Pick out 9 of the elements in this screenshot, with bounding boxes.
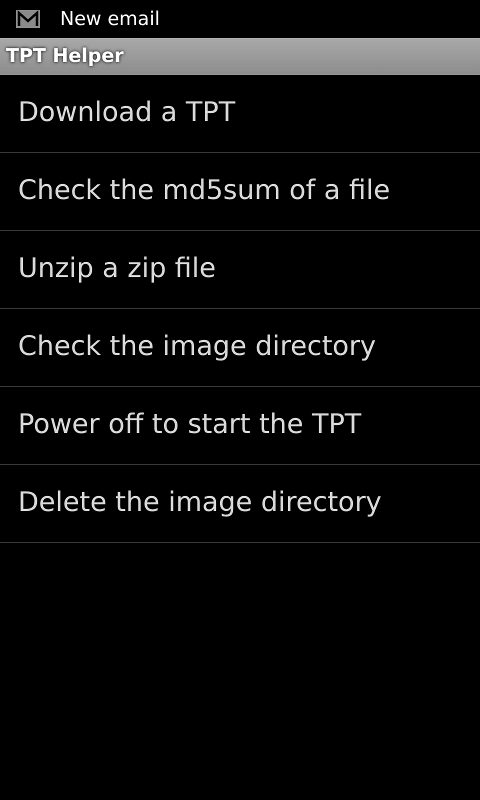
menu-item[interactable]: Download a TPT	[18, 93, 236, 134]
app-title: TPT Helper	[6, 44, 124, 70]
menu-item[interactable]: Power off to start the TPT	[18, 405, 362, 446]
menu-item[interactable]: Check the md5sum of a file	[18, 171, 390, 212]
mail-icon	[16, 10, 40, 28]
menu-item[interactable]: Unzip a zip file	[18, 249, 216, 290]
menu-item[interactable]: Check the image directory	[18, 327, 376, 368]
notification-text: New email	[60, 6, 160, 32]
menu-item[interactable]: Delete the image directory	[18, 483, 382, 524]
